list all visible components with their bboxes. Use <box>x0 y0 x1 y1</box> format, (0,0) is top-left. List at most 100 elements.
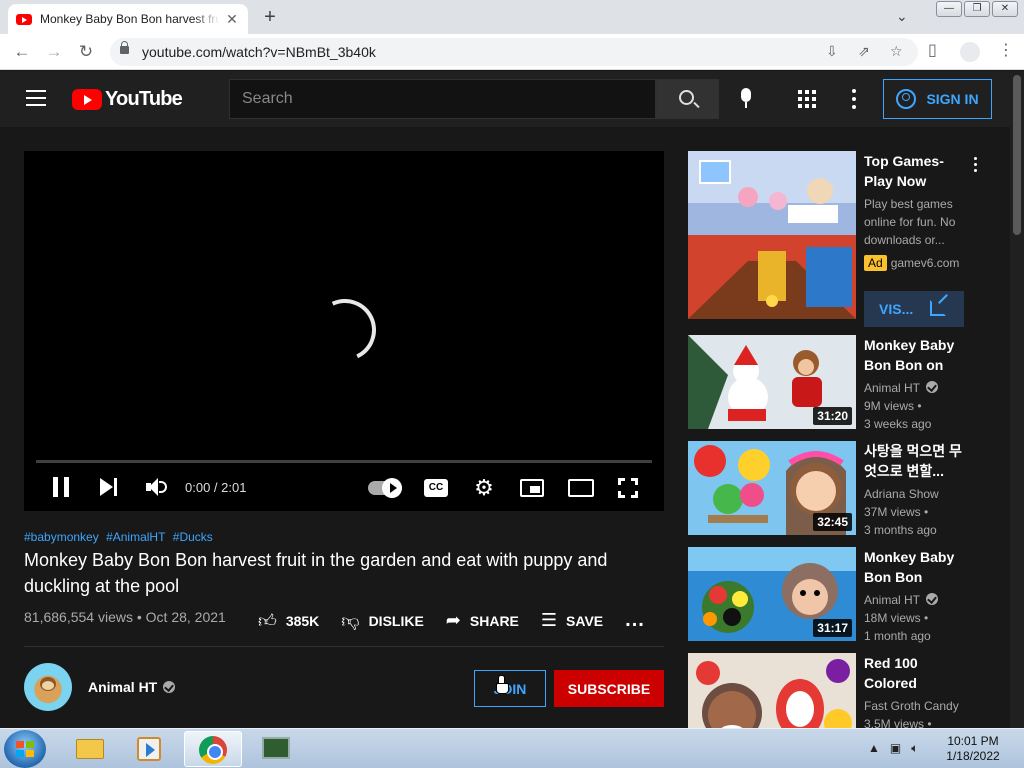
open-external-icon <box>930 300 946 316</box>
close-window-button[interactable]: ✕ <box>992 1 1018 17</box>
restore-button[interactable]: ❐ <box>964 1 990 17</box>
taskbar-chrome[interactable] <box>184 731 242 767</box>
pause-icon[interactable] <box>52 477 70 497</box>
fullscreen-icon[interactable] <box>618 478 638 498</box>
clock-date: 1/18/2022 <box>946 749 1000 763</box>
verified-check-icon <box>163 681 176 693</box>
tab-search-chevron-icon[interactable]: ⌄ <box>896 8 908 25</box>
ad-more-icon[interactable] <box>974 157 978 173</box>
microphone-icon[interactable] <box>740 88 752 110</box>
video-duration: 31:17 <box>813 619 852 637</box>
recommended-channel[interactable]: Animal HT <box>864 593 920 607</box>
channel-avatar[interactable] <box>24 663 72 711</box>
dislike-button[interactable]: 👎︎ DISLIKE <box>341 610 424 632</box>
visit-label: VIS... <box>879 301 914 317</box>
video-thumbnail[interactable] <box>688 653 856 728</box>
sign-in-button[interactable]: SIGN IN <box>883 79 992 119</box>
ad-thumbnail[interactable] <box>688 151 856 319</box>
video-player[interactable]: 0:00 / 2:01 CC ⚙ <box>24 151 664 511</box>
show-hidden-icons-icon[interactable]: ▲ <box>868 741 880 756</box>
taskbar-terminal[interactable] <box>246 731 304 767</box>
youtube-logo[interactable]: YouTube <box>72 88 183 111</box>
reload-icon[interactable]: ↻ <box>74 40 98 64</box>
video-thumbnail[interactable]: 31:20 <box>688 335 856 429</box>
next-video-icon[interactable] <box>100 478 118 496</box>
address-bar[interactable]: youtube.com/watch?v=NBmBt_3b40k ⇩ ⇗ ☆ <box>110 38 918 66</box>
side-panel-icon[interactable]: ▯ <box>928 40 937 60</box>
recommended-video-info: Monkey Baby Bon Bon on a... Animal HT 9M… <box>864 335 964 433</box>
minimize-button[interactable]: — <box>936 1 962 17</box>
ad-title[interactable]: Top Games-Play Now <box>864 151 964 191</box>
browser-menu-icon[interactable]: ⋮ <box>998 40 1014 60</box>
share-arrow-icon: ➦ <box>445 610 461 630</box>
taskbar-explorer[interactable] <box>60 731 118 767</box>
visit-site-button[interactable]: VIS... <box>864 291 964 327</box>
close-tab-icon[interactable]: ✕ <box>224 11 240 28</box>
search-button[interactable] <box>656 79 719 119</box>
hashtag-link[interactable]: #Ducks <box>173 530 213 544</box>
save-button[interactable]: ☰ SAVE <box>541 610 603 631</box>
speaker-icon[interactable]: 🔈︎ <box>911 741 918 756</box>
menu-hamburger-icon[interactable] <box>26 90 46 106</box>
search-input[interactable] <box>230 80 655 118</box>
recommended-channel[interactable]: Fast Groth Candy <box>864 697 964 715</box>
apps-grid-icon[interactable] <box>798 90 816 108</box>
video-thumbnail[interactable]: 32:45 <box>688 441 856 535</box>
recommended-age: 3 weeks ago <box>864 417 932 431</box>
progress-bar[interactable] <box>36 460 652 463</box>
like-button[interactable]: 👍︎ 385K <box>258 610 319 632</box>
window-controls: — ❐ ✕ <box>934 1 1018 17</box>
save-label: SAVE <box>566 612 604 629</box>
profile-avatar-icon[interactable] <box>960 42 980 62</box>
recommended-channel[interactable]: Animal HT <box>864 381 920 395</box>
back-arrow-icon[interactable]: ← <box>10 40 34 64</box>
channel-name-row[interactable]: Animal HT <box>88 679 176 695</box>
recommended-video-title[interactable]: 사탕을 먹으면 무엇으로 변할... <box>864 441 964 481</box>
verified-check-icon <box>926 381 939 393</box>
lock-icon[interactable] <box>120 41 129 54</box>
channel-name[interactable]: Animal HT <box>88 679 157 695</box>
youtube-favicon-icon <box>16 13 32 25</box>
youtube-wordmark: YouTube <box>105 88 183 110</box>
url-text[interactable]: youtube.com/watch?v=NBmBt_3b40k <box>142 44 376 60</box>
recommended-video-title[interactable]: Monkey Baby Bon Bon goes... <box>864 547 964 587</box>
more-actions-button[interactable]: ... <box>625 609 645 632</box>
volume-icon[interactable] <box>146 478 168 496</box>
video-duration: 32:45 <box>813 513 852 531</box>
thumbs-up-icon: 👍︎ <box>258 610 277 631</box>
recommended-channel-row: Animal HT <box>864 591 964 609</box>
taskbar-media-player[interactable] <box>120 731 178 767</box>
settings-kebab-icon[interactable] <box>852 89 856 109</box>
tab-title: Monkey Baby Bon Bon harvest fruit in the… <box>40 12 220 26</box>
thumbnail-image <box>688 653 856 728</box>
new-tab-button[interactable]: + <box>258 6 282 29</box>
scrollbar-thumb[interactable] <box>1013 75 1021 235</box>
subscribe-button[interactable]: SUBSCRIBE <box>554 670 664 707</box>
page-scrollbar[interactable] <box>1010 71 1024 728</box>
captions-button[interactable]: CC <box>424 479 448 497</box>
start-button[interactable] <box>4 730 46 768</box>
player-controls: 0:00 / 2:01 CC ⚙ <box>24 469 664 509</box>
video-thumbnail[interactable]: 31:17 <box>688 547 856 641</box>
recommended-channel[interactable]: Adriana Show <box>864 485 964 503</box>
windows-taskbar: ▲ ▣ 🔈︎ 10:01 PM 1/18/2022 <box>0 728 1024 768</box>
miniplayer-icon[interactable] <box>520 479 544 497</box>
network-icon[interactable]: ▣ <box>890 741 901 756</box>
settings-gear-icon[interactable]: ⚙ <box>473 477 495 499</box>
forward-arrow-icon[interactable]: → <box>42 40 66 64</box>
hashtag-link[interactable]: #AnimalHT <box>106 530 165 544</box>
browser-tab[interactable]: Monkey Baby Bon Bon harvest fruit in the… <box>8 4 248 34</box>
folder-icon <box>76 739 104 759</box>
hashtag-link[interactable]: #babymonkey <box>24 530 99 544</box>
recommended-video-title[interactable]: Monkey Baby Bon Bon on a... <box>864 335 964 375</box>
bookmark-star-icon[interactable]: ☆ <box>890 43 903 60</box>
share-page-icon[interactable]: ⇗ <box>858 43 870 60</box>
autoplay-toggle[interactable] <box>368 478 402 498</box>
share-button[interactable]: ➦ SHARE <box>446 610 519 631</box>
recommended-video-title[interactable]: Red 100 Colored Glitte... <box>864 653 964 693</box>
install-icon[interactable]: ⇩ <box>826 43 838 60</box>
theater-mode-icon[interactable] <box>568 479 594 497</box>
system-tray: ▲ ▣ 🔈︎ <box>868 741 918 756</box>
taskbar-clock[interactable]: 10:01 PM 1/18/2022 <box>940 734 1006 764</box>
join-button[interactable]: JOIN <box>474 670 546 707</box>
